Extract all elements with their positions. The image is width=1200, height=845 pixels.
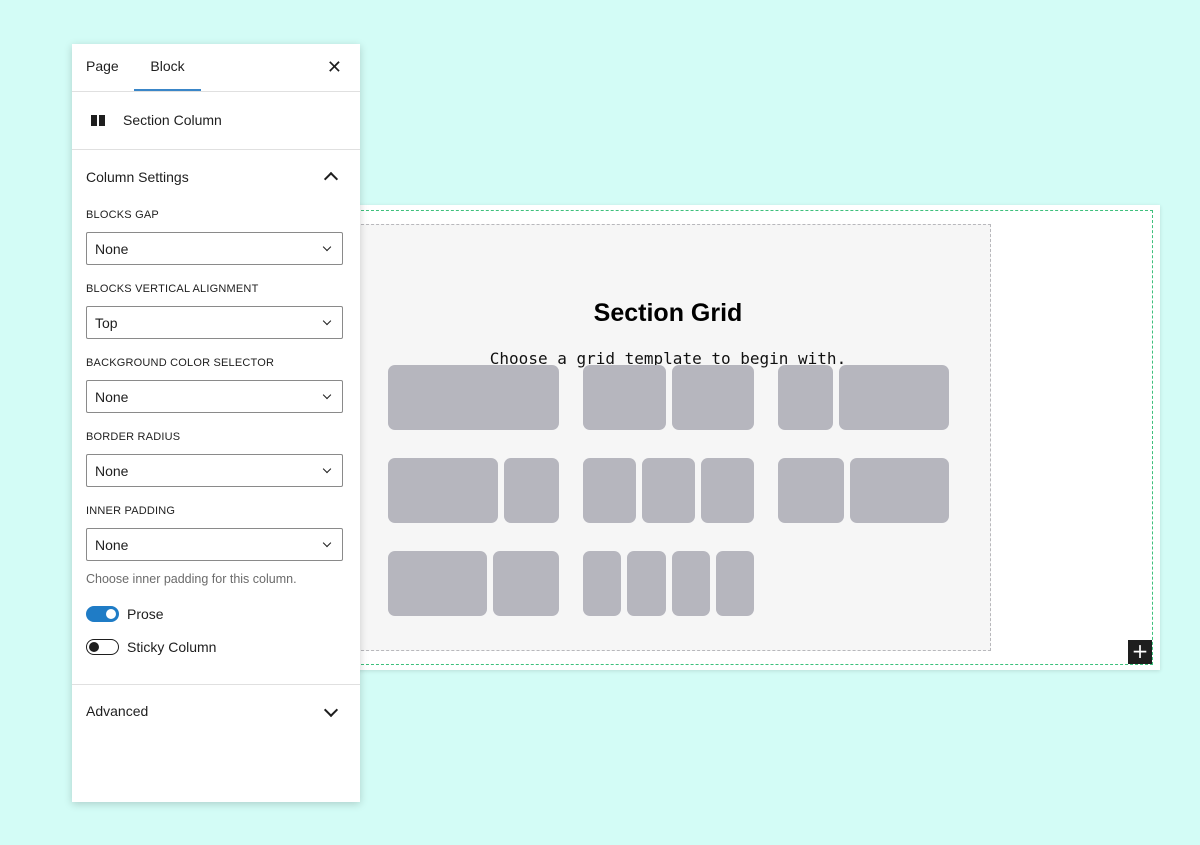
- template-column: [627, 551, 666, 616]
- grid-template-option[interactable]: [583, 551, 754, 616]
- select-value: None: [95, 389, 129, 405]
- close-icon[interactable]: ✕: [327, 58, 342, 76]
- chevron-down-icon: [322, 242, 332, 252]
- template-column: [583, 551, 622, 616]
- grid-template-option[interactable]: [388, 458, 559, 523]
- columns-icon: [91, 115, 106, 126]
- chevron-up-icon[interactable]: [323, 171, 339, 187]
- section-grid-placeholder: Section Grid Choose a grid template to b…: [356, 224, 991, 651]
- select-background-color[interactable]: None: [86, 380, 343, 413]
- label-border-radius: BORDER RADIUS: [86, 431, 181, 443]
- editor-canvas: Section Grid Choose a grid template to b…: [356, 205, 1160, 670]
- grid-template-option[interactable]: [583, 365, 754, 430]
- toggle-label-sticky-column: Sticky Column: [127, 639, 217, 655]
- template-column: [778, 365, 833, 430]
- section-grid-title: Section Grid: [593, 299, 743, 327]
- divider: [72, 684, 360, 685]
- select-blocks-gap[interactable]: None: [86, 232, 343, 265]
- label-background-color-selector: BACKGROUND COLOR SELECTOR: [86, 357, 275, 369]
- chevron-down-icon: [322, 538, 332, 548]
- template-column: [701, 458, 754, 523]
- settings-sidebar: Page Block ✕ Section Column Column Setti…: [72, 44, 360, 802]
- template-column: [388, 365, 559, 430]
- sidebar-tabs: Page Block ✕: [72, 44, 360, 92]
- select-value: None: [95, 241, 129, 257]
- label-blocks-gap: BLOCKS GAP: [86, 209, 159, 221]
- toggle-knob: [89, 642, 99, 652]
- template-column: [778, 458, 844, 523]
- grid-template-option[interactable]: [388, 551, 559, 616]
- chevron-down-icon: [322, 390, 332, 400]
- template-column: [671, 365, 754, 430]
- grid-template-option[interactable]: [778, 458, 949, 523]
- label-inner-padding: INNER PADDING: [86, 505, 176, 517]
- toggle-label-prose: Prose: [127, 606, 164, 622]
- select-blocks-vertical-alignment[interactable]: Top: [86, 306, 343, 339]
- select-value: None: [95, 537, 129, 553]
- panel-title-advanced[interactable]: Advanced: [86, 703, 148, 719]
- chevron-down-icon[interactable]: [323, 702, 339, 718]
- template-column: [388, 551, 487, 616]
- block-card: Section Column: [72, 92, 360, 150]
- template-column: [642, 458, 695, 523]
- select-value: Top: [95, 315, 118, 331]
- template-column: [850, 458, 949, 523]
- select-border-radius[interactable]: None: [86, 454, 343, 487]
- select-value: None: [95, 463, 129, 479]
- add-block-button[interactable]: +: [1128, 640, 1152, 664]
- template-column: [504, 458, 559, 523]
- template-column: [583, 458, 636, 523]
- label-blocks-vertical-alignment: BLOCKS VERTICAL ALIGNMENT: [86, 283, 259, 295]
- template-column: [671, 551, 710, 616]
- chevron-down-icon: [322, 464, 332, 474]
- toggle-sticky-column[interactable]: [86, 639, 119, 655]
- template-column: [715, 551, 754, 616]
- inner-padding-help: Choose inner padding for this column.: [86, 572, 297, 586]
- grid-template-option[interactable]: [388, 365, 559, 430]
- toggle-knob: [106, 609, 116, 619]
- chevron-down-icon: [322, 316, 332, 326]
- select-inner-padding[interactable]: None: [86, 528, 343, 561]
- plus-icon: +: [1131, 639, 1149, 663]
- template-column: [583, 365, 666, 430]
- grid-template-option[interactable]: [778, 365, 949, 430]
- template-column: [388, 458, 498, 523]
- tab-page[interactable]: Page: [86, 44, 119, 91]
- tab-block[interactable]: Block: [134, 44, 201, 91]
- template-column: [839, 365, 949, 430]
- toggle-prose[interactable]: [86, 606, 119, 622]
- template-column: [493, 551, 559, 616]
- panel-title-column-settings[interactable]: Column Settings: [86, 169, 189, 185]
- grid-template-option[interactable]: [583, 458, 754, 523]
- block-name: Section Column: [123, 112, 222, 128]
